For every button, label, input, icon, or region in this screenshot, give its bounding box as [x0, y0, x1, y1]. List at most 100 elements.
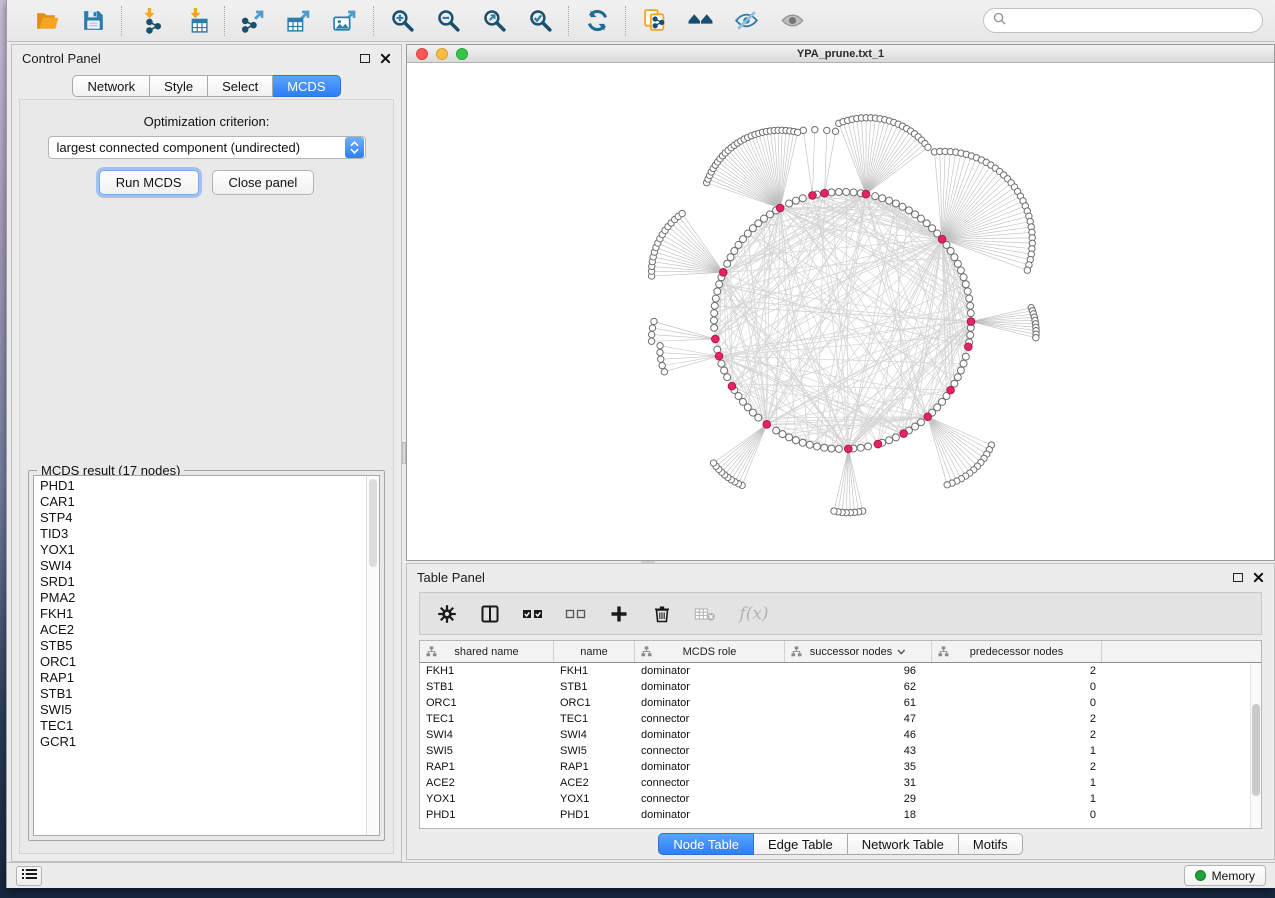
table-row[interactable]: RAP1RAP1dominator352 — [420, 759, 1261, 775]
mcds-result-item[interactable]: CAR1 — [40, 494, 366, 510]
first-neighbors-icon[interactable] — [685, 6, 715, 36]
table-row[interactable]: YOX1YOX1connector291 — [420, 791, 1261, 807]
new-network-from-selection-icon[interactable] — [639, 6, 669, 36]
table-tab-motifs[interactable]: Motifs — [959, 833, 1023, 855]
column-header-name[interactable]: name — [554, 641, 635, 662]
criterion-selected-value: largest connected component (undirected) — [49, 140, 345, 155]
run-mcds-button[interactable]: Run MCDS — [99, 170, 199, 195]
criterion-select[interactable]: largest connected component (undirected) — [48, 136, 366, 159]
shared-column-icon — [938, 646, 949, 660]
table-row[interactable]: ACE2ACE2connector311 — [420, 775, 1261, 791]
tab-select[interactable]: Select — [208, 75, 273, 97]
table-row[interactable]: STB1STB1dominator620 — [420, 679, 1261, 695]
import-table-icon[interactable] — [181, 6, 211, 36]
zoom-in-icon[interactable] — [387, 6, 417, 36]
table-row[interactable]: TEC1TEC1connector472 — [420, 711, 1261, 727]
mcds-result-groupbox: MCDS result (17 nodes) PHD1CAR1STP4TID3Y… — [28, 470, 385, 841]
network-svg[interactable] — [407, 63, 1274, 560]
zoom-out-icon[interactable] — [433, 6, 463, 36]
table-scrollbar[interactable] — [1250, 663, 1261, 828]
mcds-result-item[interactable]: SWI4 — [40, 558, 366, 574]
mcds-result-item[interactable]: SWI5 — [40, 702, 366, 718]
table-row[interactable]: SWI5SWI5connector431 — [420, 743, 1261, 759]
node-table-header: shared namenameMCDS rolesuccessor nodesp… — [420, 641, 1261, 663]
float-panel-icon[interactable] — [360, 54, 370, 63]
memory-label: Memory — [1212, 869, 1255, 883]
mcds-result-item[interactable]: GCR1 — [40, 734, 366, 750]
mcds-result-item[interactable]: ORC1 — [40, 654, 366, 670]
table-cell: TEC1 — [420, 713, 554, 725]
refresh-icon[interactable] — [582, 6, 612, 36]
table-settings-icon[interactable] — [436, 603, 458, 625]
tab-mcds[interactable]: MCDS — [273, 75, 340, 97]
mcds-result-item[interactable]: SRD1 — [40, 574, 366, 590]
table-cell: dominator — [635, 809, 785, 821]
mcds-result-item[interactable]: RAP1 — [40, 670, 366, 686]
column-header-mcds-role[interactable]: MCDS role — [635, 641, 785, 662]
table-tab-network-table[interactable]: Network Table — [848, 833, 959, 855]
delete-column-icon[interactable] — [651, 603, 673, 625]
search-box[interactable] — [983, 8, 1263, 33]
show-all-icon[interactable] — [777, 6, 807, 36]
mcds-result-item[interactable]: TID3 — [40, 526, 366, 542]
mcds-result-item[interactable]: PMA2 — [40, 590, 366, 606]
shared-column-icon — [791, 646, 802, 660]
mcds-result-item[interactable]: FKH1 — [40, 606, 366, 622]
mcds-result-item[interactable]: PHD1 — [40, 478, 366, 494]
mcds-result-item[interactable]: ACE2 — [40, 622, 366, 638]
mcds-result-scrollbar[interactable] — [366, 476, 379, 835]
table-row[interactable]: SWI4SWI4dominator462 — [420, 727, 1261, 743]
export-image-icon[interactable] — [330, 6, 360, 36]
import-network-icon[interactable] — [135, 6, 165, 36]
task-history-button[interactable] — [16, 866, 42, 886]
mcds-result-item[interactable]: STP4 — [40, 510, 366, 526]
table-cell: connector — [635, 713, 785, 725]
table-tabs: Node TableEdge TableNetwork TableMotifs — [407, 833, 1274, 855]
save-session-icon[interactable] — [78, 6, 108, 36]
table-row[interactable]: ORC1ORC1dominator610 — [420, 695, 1261, 711]
mcds-result-item[interactable]: YOX1 — [40, 542, 366, 558]
main-toolbar — [7, 0, 1275, 42]
network-window-titlebar[interactable]: YPA_prune.txt_1 — [407, 45, 1274, 63]
float-table-panel-icon[interactable] — [1233, 573, 1243, 582]
control-panel-title: Control Panel — [22, 51, 360, 66]
export-table-icon[interactable] — [284, 6, 314, 36]
select-all-rows-icon[interactable] — [522, 603, 544, 625]
mcds-result-item[interactable]: TEC1 — [40, 718, 366, 734]
table-cell: SWI4 — [554, 729, 635, 741]
close-panel-button[interactable]: Close panel — [212, 170, 315, 195]
main-toolbar-groups — [19, 0, 820, 41]
hide-selected-icon[interactable] — [731, 6, 761, 36]
mcds-result-item[interactable]: STB5 — [40, 638, 366, 654]
deselect-all-rows-icon[interactable] — [565, 603, 587, 625]
search-input[interactable] — [1011, 14, 1253, 28]
table-cell: 0 — [932, 681, 1102, 693]
add-column-icon[interactable] — [608, 603, 630, 625]
table-row[interactable]: FKH1FKH1dominator962 — [420, 663, 1261, 679]
tab-network[interactable]: Network — [72, 75, 150, 97]
column-header-predecessor-nodes[interactable]: predecessor nodes — [932, 641, 1102, 662]
table-tab-edge-table[interactable]: Edge Table — [754, 833, 848, 855]
table-cell: 61 — [785, 697, 932, 709]
zoom-fit-icon[interactable] — [479, 6, 509, 36]
table-tabstrip: Node TableEdge TableNetwork TableMotifs — [658, 833, 1022, 855]
table-row[interactable]: PHD1PHD1dominator180 — [420, 807, 1261, 823]
table-tab-node-table[interactable]: Node Table — [658, 833, 754, 855]
task-list-icon — [22, 867, 37, 885]
open-file-icon[interactable] — [32, 6, 62, 36]
table-cell: dominator — [635, 729, 785, 741]
memory-button[interactable]: Memory — [1184, 865, 1266, 886]
column-header-shared-name[interactable]: shared name — [420, 641, 554, 662]
show-columns-icon[interactable] — [479, 603, 501, 625]
table-cell: dominator — [635, 665, 785, 677]
mcds-result-item[interactable]: STB1 — [40, 686, 366, 702]
network-window: YPA_prune.txt_1 — [406, 44, 1275, 561]
zoom-selected-icon[interactable] — [525, 6, 555, 36]
export-network-icon[interactable] — [238, 6, 268, 36]
mcds-result-items[interactable]: PHD1CAR1STP4TID3YOX1SWI4SRD1PMA2FKH1ACE2… — [34, 476, 366, 835]
tab-style[interactable]: Style — [150, 75, 208, 97]
column-header-successor-nodes[interactable]: successor nodes — [785, 641, 932, 662]
table-cell: 62 — [785, 681, 932, 693]
close-table-panel-icon[interactable] — [1253, 572, 1264, 583]
close-panel-icon[interactable] — [380, 53, 391, 64]
